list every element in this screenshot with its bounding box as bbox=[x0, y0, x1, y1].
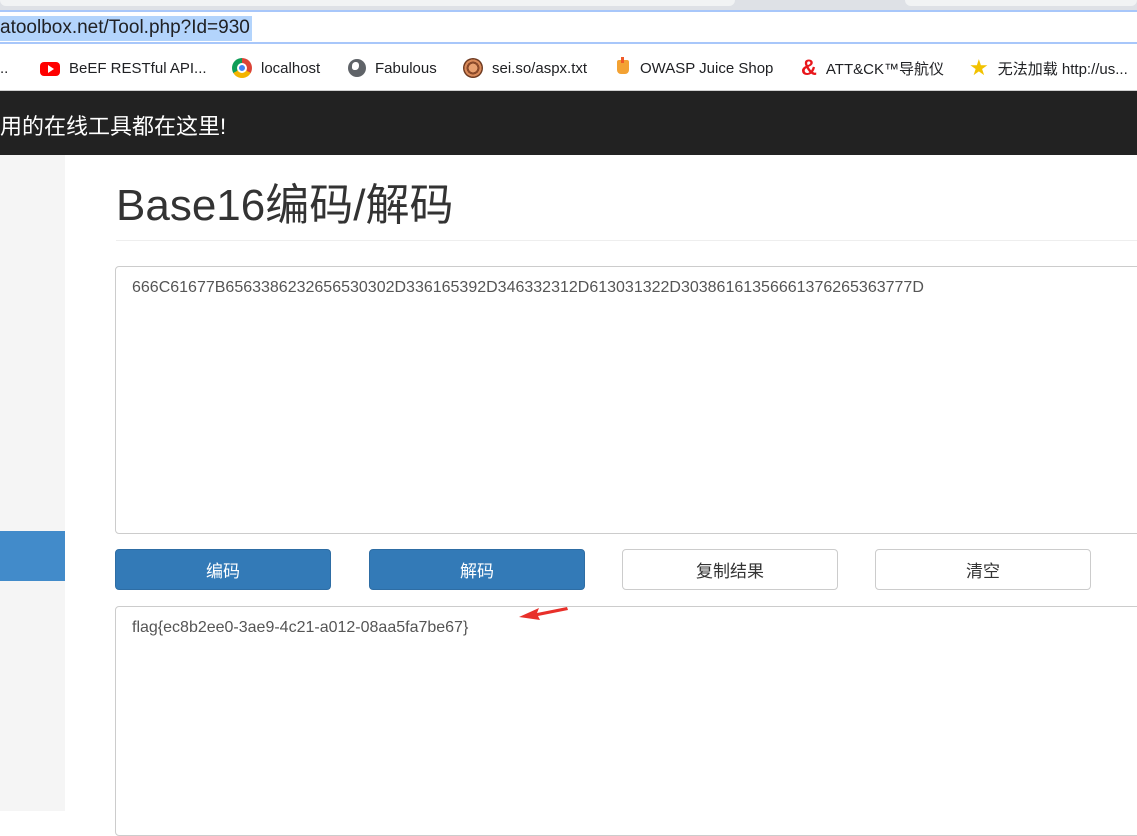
output-text: flag{ec8b2ee0-3ae9-4c21-a012-08aa5fa7be6… bbox=[132, 619, 469, 636]
url-text[interactable]: atoolbox.net/Tool.php?Id=930 bbox=[0, 16, 252, 41]
globe-icon bbox=[348, 59, 366, 77]
bookmark-label: ATT&CK™导航仪 bbox=[825, 60, 944, 78]
juice-shop-icon bbox=[615, 57, 631, 78]
bookmark-label: sei.so/aspx.txt bbox=[492, 59, 588, 77]
address-bar[interactable]: atoolbox.net/Tool.php?Id=930 bbox=[0, 10, 1137, 44]
clear-button[interactable]: 清空 bbox=[875, 549, 1091, 590]
site-slogan: 用的在线工具都在这里! bbox=[0, 114, 227, 139]
bookmark-localhost[interactable]: localhost bbox=[232, 46, 320, 90]
bookmark-label: 无法加载 http://us... bbox=[997, 60, 1128, 78]
bookmark-failed-load[interactable]: ★ 无法加载 http://us... bbox=[969, 46, 1128, 90]
bookmarks-bar: .. BeEF RESTful API... localhost Fabulou… bbox=[0, 46, 1137, 91]
copy-result-button[interactable]: 复制结果 bbox=[622, 549, 838, 590]
annotation-arrow-icon bbox=[519, 607, 568, 620]
attack-icon: & bbox=[801, 55, 817, 80]
site-header: 用的在线工具都在这里! bbox=[0, 91, 1137, 155]
tab-strip bbox=[0, 0, 1137, 10]
star-icon: ★ bbox=[969, 55, 989, 80]
bookmark-attack[interactable]: & ATT&CK™导航仪 bbox=[801, 46, 944, 90]
output-textarea[interactable]: flag{ec8b2ee0-3ae9-4c21-a012-08aa5fa7be6… bbox=[115, 606, 1137, 836]
bookmark-label: .. bbox=[0, 59, 9, 77]
bookmark-sei[interactable]: sei.so/aspx.txt bbox=[463, 46, 587, 90]
youtube-icon bbox=[40, 61, 60, 76]
bookmark-label: localhost bbox=[261, 59, 321, 77]
bookmark-label: Fabulous bbox=[375, 59, 437, 77]
encode-button[interactable]: 编码 bbox=[115, 549, 331, 590]
input-textarea[interactable]: 666C61677B6563386232656530302D336165392D… bbox=[115, 266, 1137, 534]
sidebar-active-item[interactable] bbox=[0, 531, 65, 581]
sei-icon bbox=[463, 58, 483, 78]
input-text: 666C61677B6563386232656530302D336165392D… bbox=[132, 279, 924, 296]
browser-tab[interactable] bbox=[905, 0, 1137, 6]
browser-tab[interactable] bbox=[0, 0, 735, 6]
bookmark-beef[interactable]: BeEF RESTful API... bbox=[40, 46, 207, 90]
sidebar bbox=[0, 155, 65, 811]
bookmark-item[interactable]: .. bbox=[0, 46, 8, 90]
page-title: Base16编码/解码 bbox=[116, 181, 454, 230]
chrome-icon bbox=[232, 58, 252, 78]
bookmark-label: BeEF RESTful API... bbox=[69, 59, 207, 77]
title-divider bbox=[116, 240, 1137, 241]
bookmark-label: OWASP Juice Shop bbox=[640, 59, 774, 77]
bookmark-fabulous[interactable]: Fabulous bbox=[348, 46, 437, 90]
bookmark-juice-shop[interactable]: OWASP Juice Shop bbox=[615, 46, 773, 90]
decode-button[interactable]: 解码 bbox=[369, 549, 585, 590]
